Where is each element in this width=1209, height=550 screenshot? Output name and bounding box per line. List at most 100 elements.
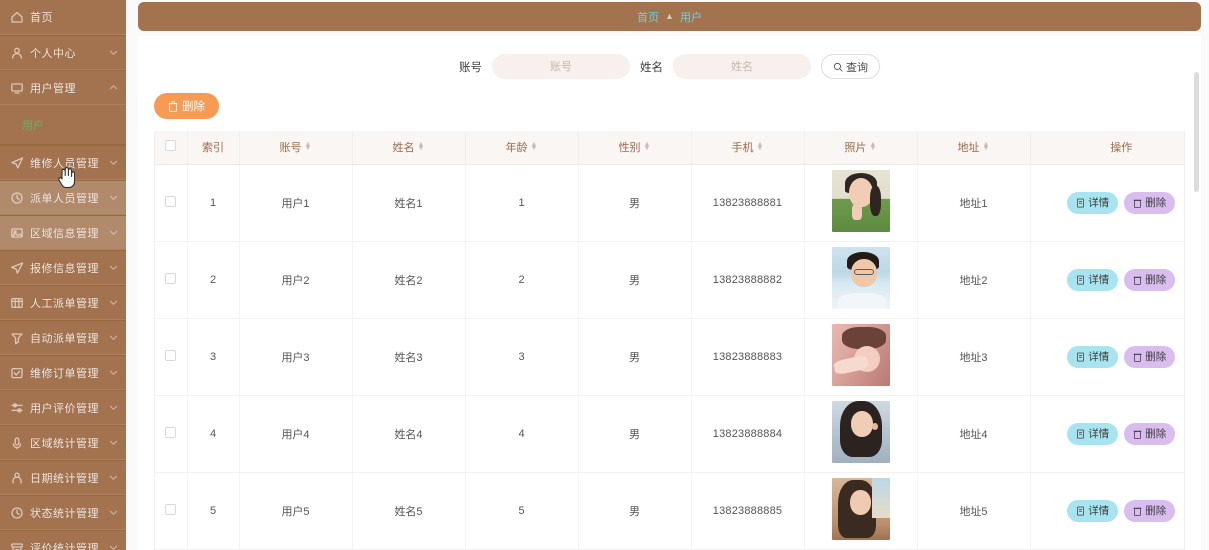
- name-search-input[interactable]: [673, 54, 811, 79]
- table-header-age[interactable]: 年龄 ▲ ▼: [465, 131, 579, 165]
- sidebar-item-状态统计管理[interactable]: 状态统计管理: [0, 495, 126, 530]
- sidebar-item-用户评价管理[interactable]: 用户评价管理: [0, 390, 126, 425]
- sidebar-item-人工派单管理[interactable]: 人工派单管理: [0, 285, 126, 320]
- sidebar-item-自动派单管理[interactable]: 自动派单管理: [0, 320, 126, 355]
- sort-toggle-icon[interactable]: ▲ ▼: [418, 141, 425, 152]
- vertical-scrollbar[interactable]: [1194, 72, 1199, 550]
- table-header-address[interactable]: 地址 ▲ ▼: [917, 131, 1031, 165]
- trash-icon: [1133, 276, 1142, 285]
- user-photo-thumbnail[interactable]: [831, 478, 890, 540]
- table-header-label: 照片: [844, 142, 867, 155]
- sliders-icon: [10, 401, 24, 415]
- sort-toggle-icon[interactable]: ▲ ▼: [305, 141, 312, 152]
- account-search-input[interactable]: [492, 54, 630, 79]
- sort-toggle-icon[interactable]: ▲ ▼: [757, 141, 764, 152]
- sidebar-item-用户管理[interactable]: 用户管理: [0, 70, 126, 105]
- table-header-label: 地址: [957, 142, 980, 155]
- sort-toggle-icon[interactable]: ▲ ▼: [644, 141, 651, 152]
- app-root: 首页 个人中心 用户管理 用户 维修人员管理 派单人员管理 区域信息管理 报修信息管理 人工派单…: [0, 0, 1209, 550]
- cell-gender: 男: [578, 318, 692, 396]
- sidebar-item-首页[interactable]: 首页: [0, 0, 126, 35]
- table-row[interactable]: 5 用户5 姓名5 5 男 13823888885 地址5 详情 删除: [155, 472, 1184, 550]
- table-row[interactable]: 1 用户1 姓名1 1 男 13823888881 地址1 详情 删除: [155, 164, 1184, 242]
- trash-icon: [168, 100, 178, 112]
- sidebar: 首页 个人中心 用户管理 用户 维修人员管理派单人员管理区域信息管理 报修信息管理 人工派单…: [0, 0, 126, 550]
- table-header-photo[interactable]: 照片 ▲ ▼: [804, 131, 918, 165]
- chevron-down-icon: [108, 473, 118, 483]
- row-delete-label: 删除: [1145, 505, 1167, 517]
- account-filter-label: 账号: [459, 61, 482, 74]
- user-photo-thumbnail[interactable]: [831, 401, 890, 463]
- row-delete-label: 删除: [1145, 428, 1167, 440]
- table-header-name[interactable]: 姓名 ▲ ▼: [352, 131, 466, 165]
- table-row[interactable]: 4 用户4 姓名4 4 男 13823888884 地址4 详情 删除: [155, 395, 1184, 473]
- cell-gender: 男: [578, 395, 692, 473]
- file-icon: [1077, 352, 1085, 361]
- cell-photo: [804, 395, 918, 473]
- archive-icon: [10, 541, 24, 550]
- row-checkbox[interactable]: [165, 195, 177, 207]
- scrollbar-thumb[interactable]: [1194, 72, 1199, 192]
- sidebar-item-日期统计管理[interactable]: 日期统计管理: [0, 460, 126, 495]
- row-detail-button[interactable]: 详情: [1067, 422, 1119, 445]
- table-header-actions: 操作: [1030, 131, 1184, 165]
- user-photo-thumbnail[interactable]: [831, 170, 890, 232]
- row-checkbox-cell[interactable]: [155, 395, 188, 473]
- row-delete-button[interactable]: 删除: [1124, 422, 1176, 445]
- table-header-label: 账号: [279, 142, 302, 155]
- user-photo-thumbnail[interactable]: [831, 324, 890, 386]
- sort-toggle-icon[interactable]: ▲ ▼: [983, 141, 990, 152]
- cell-photo: [804, 164, 918, 242]
- table-row[interactable]: 2 用户2 姓名2 2 男 13823888882 地址2 详情 删除: [155, 241, 1184, 319]
- bulk-delete-button[interactable]: 删除: [154, 93, 219, 119]
- row-delete-button[interactable]: 删除: [1124, 268, 1176, 291]
- cell-age: 1: [465, 164, 579, 242]
- row-detail-button[interactable]: 详情: [1067, 268, 1119, 291]
- breadcrumb-home[interactable]: 首页: [637, 9, 659, 25]
- row-detail-button[interactable]: 详情: [1067, 191, 1119, 214]
- cell-gender: 男: [578, 472, 692, 550]
- sidebar-item-维修订单管理[interactable]: 维修订单管理: [0, 355, 126, 390]
- row-checkbox[interactable]: [165, 503, 177, 515]
- row-checkbox-cell[interactable]: [155, 318, 188, 396]
- row-delete-button[interactable]: 删除: [1124, 345, 1176, 368]
- sidebar-item-个人中心[interactable]: 个人中心: [0, 35, 126, 70]
- row-checkbox-cell[interactable]: [155, 241, 188, 319]
- row-delete-button[interactable]: 删除: [1124, 499, 1176, 522]
- table-header-phone[interactable]: 手机 ▲ ▼: [691, 131, 805, 165]
- sidebar-item-维修人员管理[interactable]: 维修人员管理: [0, 145, 126, 180]
- query-button[interactable]: 查询: [821, 54, 880, 79]
- user-photo-thumbnail[interactable]: [831, 247, 890, 309]
- sidebar-item-区域信息管理[interactable]: 区域信息管理: [0, 215, 126, 250]
- row-delete-button[interactable]: 删除: [1124, 191, 1176, 214]
- sidebar-item-label: 派单人员管理: [30, 192, 99, 205]
- row-detail-button[interactable]: 详情: [1067, 345, 1119, 368]
- main-area: 首页 ▲ 用户 账号 姓名 查询: [126, 0, 1209, 550]
- sidebar-item-区域统计管理[interactable]: 区域统计管理: [0, 425, 126, 460]
- chevron-down-icon: [108, 158, 118, 168]
- table-header-label: 操作: [1110, 142, 1133, 155]
- sort-toggle-icon[interactable]: ▲ ▼: [870, 141, 877, 152]
- cell-phone: 13823888883: [691, 318, 805, 396]
- cell-address: 地址2: [917, 241, 1031, 319]
- cell-name: 姓名3: [352, 318, 466, 396]
- row-checkbox-cell[interactable]: [155, 164, 188, 242]
- sidebar-item-评价统计管理[interactable]: 评价统计管理: [0, 530, 126, 550]
- chevron-down-icon: [108, 228, 118, 238]
- select-all-checkbox[interactable]: [165, 140, 177, 152]
- table-header-gender[interactable]: 性别 ▲ ▼: [578, 131, 692, 165]
- sort-toggle-icon[interactable]: ▲ ▼: [531, 141, 538, 152]
- row-checkbox[interactable]: [165, 349, 177, 361]
- sidebar-item-报修信息管理[interactable]: 报修信息管理: [0, 250, 126, 285]
- cell-account: 用户2: [239, 241, 353, 319]
- sidebar-subitem-user[interactable]: 用户: [0, 105, 126, 145]
- breadcrumb-current[interactable]: 用户: [680, 9, 702, 25]
- row-checkbox[interactable]: [165, 426, 177, 438]
- table-header-account[interactable]: 账号 ▲ ▼: [239, 131, 353, 165]
- row-checkbox-cell[interactable]: [155, 472, 188, 550]
- row-detail-button[interactable]: 详情: [1067, 499, 1119, 522]
- row-checkbox[interactable]: [165, 272, 177, 284]
- sidebar-item-派单人员管理[interactable]: 派单人员管理: [0, 180, 126, 215]
- table-row[interactable]: 3 用户3 姓名3 3 男 13823888883 地址3 详情 删除: [155, 318, 1184, 396]
- user-icon: [10, 46, 24, 60]
